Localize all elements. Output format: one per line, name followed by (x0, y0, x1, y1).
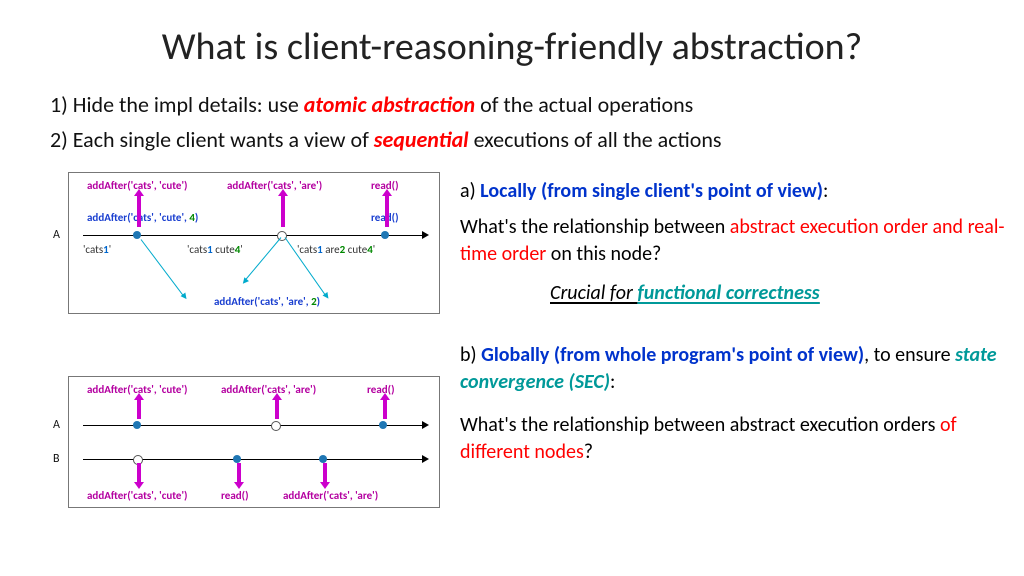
b-q-suf: ? (584, 440, 593, 464)
arrow-down-icon-b2 (237, 463, 241, 483)
diagram-ab: addAfter('cats', 'cute') addAfter('cats'… (68, 376, 440, 508)
op-addafter-are: addAfter('cats', 'are') (227, 179, 322, 192)
state-1: 'cats1' (83, 243, 111, 256)
bullet1-emph: atomic abstraction (304, 91, 475, 118)
b-lead: b) (460, 343, 481, 367)
dotA1 (133, 421, 141, 429)
b-mid: , to ensure (864, 343, 955, 367)
bullet1-prefix: 1) Hide the impl details: use (50, 91, 304, 118)
a-head: Locally (from single client's point of v… (480, 179, 823, 203)
section-a: a) Locally (from single client's point o… (460, 178, 1020, 205)
dotB2 (233, 455, 241, 463)
bullet2-prefix: 2) Each single client wants a view of (50, 126, 374, 153)
state-3: 'cats1 are2 cute4' (297, 243, 375, 256)
arrow-up-icon-a1 (137, 399, 141, 419)
arrow-up-icon-2 (281, 195, 285, 227)
section-b-q: What's the relationship between abstract… (460, 412, 1020, 466)
arrow-up-icon-a3 (383, 399, 387, 419)
a-q-pre: What's the relationship between (460, 215, 730, 239)
slide-title: What is client-reasoning-friendly abstra… (0, 24, 1024, 70)
op2b-are: addAfter('cats', 'are') (283, 489, 378, 502)
section-a-crucial: Crucial for functional correctness (550, 280, 1024, 307)
slide: What is client-reasoning-friendly abstra… (0, 0, 1024, 576)
bullet2-suffix: executions of all the actions (469, 126, 722, 153)
op-addafter-cute-id-suf: ) (195, 211, 198, 224)
bullet2-emph: sequential (374, 126, 469, 153)
a-lead: a) (460, 179, 480, 203)
crucial-pre: Crucial for (550, 281, 637, 305)
dotA2-open (271, 421, 281, 431)
arrow-down-icon-b1 (137, 463, 141, 483)
op2b-read: read() (221, 489, 249, 502)
op2b-cute: addAfter('cats', 'cute') (87, 489, 187, 502)
dotA3 (379, 421, 387, 429)
flow-arrow-icon-2 (245, 237, 281, 280)
row-a-label-d1: A (50, 228, 63, 242)
bullet-2: 2) Each single client wants a view of se… (50, 125, 722, 155)
row-a-label-d2: A (50, 418, 63, 432)
a-colon: : (823, 179, 828, 203)
op-addafter-cute-id: addAfter('cats', 'cute', 4) (87, 211, 198, 224)
crucial-em: functional correctness (637, 281, 819, 305)
state-2: 'cats1 cute4' (187, 243, 243, 256)
arrow-down-icon-b3 (323, 463, 327, 483)
bullet1-suffix: of the actual operations (475, 91, 693, 118)
dot-1 (133, 231, 141, 239)
dotB3 (319, 455, 327, 463)
op-addafter-are-id: addAfter('cats', 'are', 2) (214, 295, 320, 308)
arrow-up-icon-3 (385, 195, 389, 227)
b-head: Globally (from whole program's point of … (481, 343, 864, 367)
diagram-a: addAfter('cats', 'cute') addAfter('cats'… (68, 172, 440, 314)
arrow-up-icon-1 (137, 195, 141, 227)
dot-3 (381, 231, 389, 239)
section-a-q: What's the relationship between abstract… (460, 214, 1020, 268)
op2-are: addAfter('cats', 'are') (221, 383, 316, 396)
b-q-pre: What's the relationship between abstract… (460, 413, 940, 437)
row-b-label-d2: B (50, 452, 63, 466)
a-q-suf: on this node? (546, 242, 661, 266)
flow-arrow-icon-1 (141, 239, 184, 296)
arrow-up-icon-a2 (275, 399, 279, 419)
bullet-1: 1) Hide the impl details: use atomic abs… (50, 90, 693, 120)
section-b: b) Globally (from whole program's point … (460, 342, 1020, 396)
b-colon: : (610, 370, 615, 394)
